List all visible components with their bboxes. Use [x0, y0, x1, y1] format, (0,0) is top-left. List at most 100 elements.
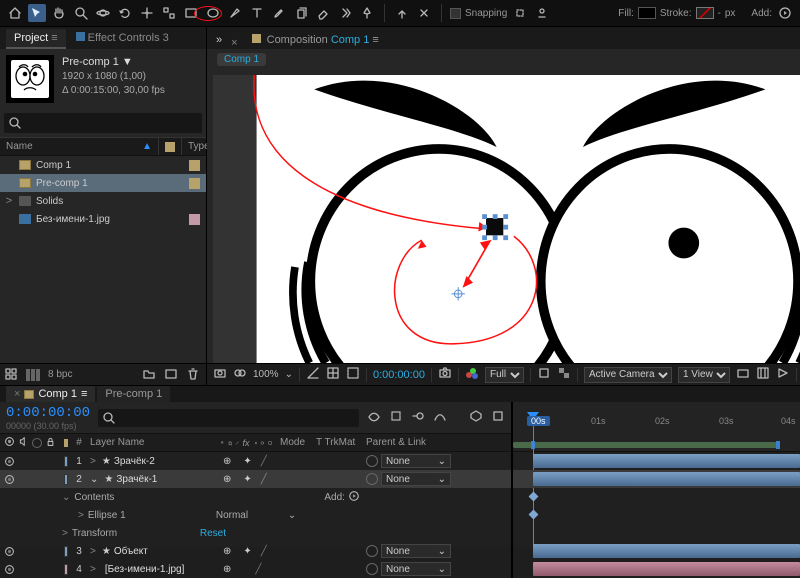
unified-camera-tool-icon[interactable] — [138, 4, 156, 22]
layer-row[interactable]: 4 > [Без-имени-1.jpg] ⊕╱ None⌄ — [0, 560, 511, 578]
parent-select[interactable]: None⌄ — [381, 544, 451, 558]
timecode-display[interactable]: 0:00:00:00 — [373, 369, 425, 381]
video-toggle-icon[interactable] — [4, 546, 14, 556]
timeline-tab-comp1[interactable]: ×Comp 1 ≡ — [6, 386, 95, 402]
graph-editor-icon[interactable] — [433, 409, 447, 426]
pickwhip-icon[interactable] — [366, 563, 378, 575]
snapshot-icon[interactable] — [438, 366, 452, 383]
draft-icon[interactable] — [306, 366, 320, 383]
zoom-value[interactable]: 100% — [253, 369, 279, 380]
selection-tool-icon[interactable] — [28, 4, 46, 22]
type-tool-icon[interactable] — [248, 4, 266, 22]
fill-swatch[interactable] — [638, 7, 656, 19]
resolution-select[interactable]: Full — [485, 367, 524, 383]
pan-behind-tool-icon[interactable] — [160, 4, 178, 22]
composition-viewer[interactable] — [213, 75, 800, 363]
audio-col-icon[interactable] — [18, 436, 29, 450]
project-col-name[interactable]: Name▲ — [0, 138, 158, 155]
home-icon[interactable] — [6, 4, 24, 22]
shape-rect-tool-icon[interactable] — [182, 4, 200, 22]
grid-icon[interactable] — [326, 366, 340, 383]
reset-link[interactable]: Reset — [200, 528, 226, 539]
color-depth-toggle[interactable] — [26, 367, 42, 383]
label-col-icon — [60, 434, 72, 451]
snap-grid-icon[interactable] — [533, 4, 551, 22]
snapping-checkbox[interactable] — [450, 8, 461, 19]
project-row[interactable]: >Solids — [0, 192, 206, 210]
lock-col-icon[interactable] — [45, 436, 56, 450]
close-panel-icon[interactable]: × — [231, 37, 237, 49]
shy-toggle-icon[interactable] — [367, 409, 381, 426]
project-search[interactable] — [4, 113, 202, 133]
add-contents-icon[interactable] — [348, 489, 360, 506]
roi-icon[interactable] — [537, 366, 551, 383]
views-select[interactable]: 1 View — [678, 367, 730, 383]
solo-col-icon[interactable] — [32, 438, 42, 448]
pixel-aspect-icon[interactable] — [756, 366, 770, 383]
world-axis-icon[interactable] — [415, 4, 433, 22]
magnify-icon[interactable] — [213, 366, 227, 383]
tab-effect-controls[interactable]: Effect Controls 3 — [68, 29, 177, 49]
parent-select[interactable]: None⌄ — [381, 454, 451, 468]
bpc-label[interactable]: 8 bpc — [48, 369, 72, 380]
alpha-icon[interactable] — [233, 366, 247, 383]
video-toggle-icon[interactable] — [4, 564, 14, 574]
view-options-icon[interactable] — [736, 366, 750, 383]
panel-overflow-icon[interactable]: » — [213, 31, 225, 49]
video-col-icon[interactable] — [4, 436, 15, 450]
add-shape-icon[interactable] — [776, 4, 794, 22]
channel-icon[interactable] — [465, 366, 479, 383]
eraser-tool-icon[interactable] — [314, 4, 332, 22]
breadcrumb-comp[interactable]: Comp 1 — [217, 53, 266, 66]
draft3d-icon[interactable] — [469, 409, 483, 426]
pickwhip-icon[interactable] — [366, 455, 378, 467]
layer-group-row[interactable]: >Ellipse 1 Normal⌄ — [0, 506, 511, 524]
camera-select[interactable]: Active Camera — [584, 367, 672, 383]
timeline-tab-precomp[interactable]: Pre-comp 1 — [97, 386, 170, 402]
project-row[interactable]: Pre-comp 1 — [0, 174, 206, 192]
video-toggle-icon[interactable] — [4, 474, 14, 484]
mask-toggle-icon[interactable] — [346, 366, 360, 383]
interpret-footage-icon[interactable] — [4, 367, 20, 383]
stroke-width-value[interactable]: - — [718, 8, 721, 19]
hand-tool-icon[interactable] — [50, 4, 68, 22]
search-icon — [8, 116, 22, 130]
puppet-tool-icon[interactable] — [358, 4, 376, 22]
pickwhip-icon[interactable] — [366, 473, 378, 485]
roto-tool-icon[interactable] — [336, 4, 354, 22]
orbit-tool-icon[interactable] — [94, 4, 112, 22]
layer-group-row[interactable]: ⌄Contents Add: — [0, 488, 511, 506]
clone-tool-icon[interactable] — [292, 4, 310, 22]
project-row[interactable]: Comp 1 — [0, 156, 206, 174]
shape-ellipse-tool-icon[interactable] — [204, 4, 222, 22]
layer-row[interactable]: 3 >★ Объект ⊕✦╱ None⌄ — [0, 542, 511, 560]
delete-icon[interactable] — [186, 367, 202, 383]
timeline-tracks[interactable]: 00s 01s 02s 03s 04s — [513, 402, 800, 578]
video-toggle-icon[interactable] — [4, 456, 14, 466]
frame-blend-header-icon[interactable] — [389, 409, 403, 426]
transparency-grid-icon[interactable] — [557, 366, 571, 383]
timeline-timecode[interactable]: 0:00:00:00 — [6, 405, 90, 421]
project-row[interactable]: Без-имени-1.jpg — [0, 210, 206, 228]
tab-composition[interactable]: Composition Comp 1 ≡ — [244, 31, 387, 49]
rotate-tool-icon[interactable] — [116, 4, 134, 22]
new-folder-icon[interactable] — [142, 367, 158, 383]
layer-row[interactable]: 2 ⌄★ Зрачёк-1 ⊕✦╱ None⌄ — [0, 470, 511, 488]
fast-preview-icon[interactable] — [776, 366, 790, 383]
parent-select[interactable]: None⌄ — [381, 562, 451, 576]
tab-project[interactable]: Project≡ — [6, 29, 66, 49]
timeline-search[interactable] — [98, 409, 359, 427]
local-axis-icon[interactable] — [393, 4, 411, 22]
pen-tool-icon[interactable] — [226, 4, 244, 22]
new-comp-icon[interactable] — [164, 367, 180, 383]
brush-tool-icon[interactable] — [270, 4, 288, 22]
renderer-icon[interactable] — [491, 409, 505, 426]
stroke-swatch[interactable] — [696, 7, 714, 19]
layer-group-row[interactable]: >Transform Reset — [0, 524, 511, 542]
zoom-tool-icon[interactable] — [72, 4, 90, 22]
layername-col[interactable]: Layer Name — [86, 434, 216, 451]
layer-row[interactable]: 1 >★ Зрачёк-2 ⊕✦╱ None⌄ — [0, 452, 511, 470]
snap-options-icon[interactable] — [511, 4, 529, 22]
parent-select[interactable]: None⌄ — [381, 472, 451, 486]
moblur-header-icon[interactable] — [411, 409, 425, 426]
